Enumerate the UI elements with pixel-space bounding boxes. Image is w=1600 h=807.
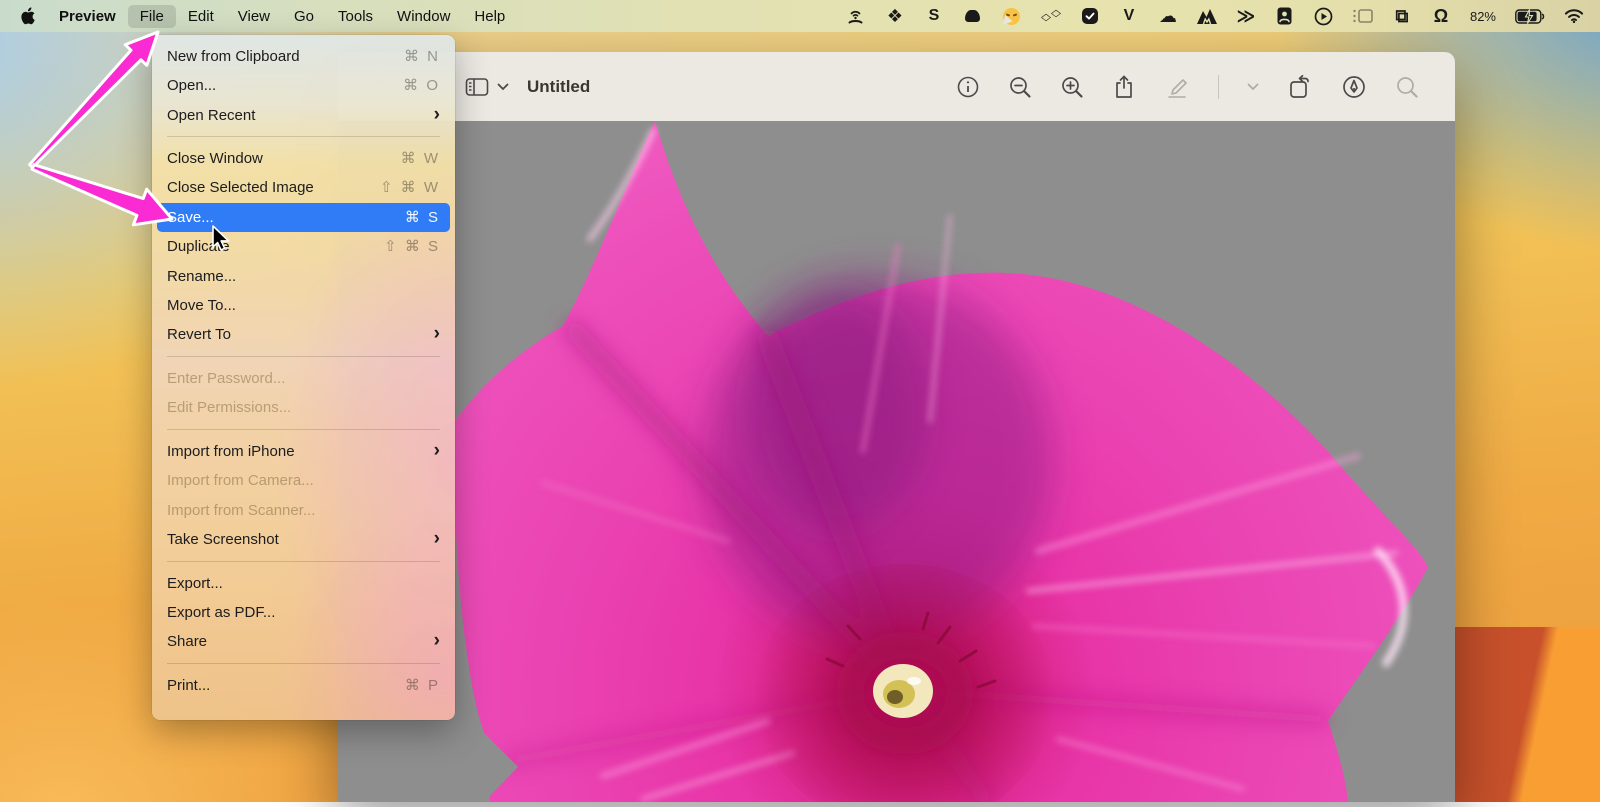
- desktop-wallpaper-corner: [1450, 627, 1600, 802]
- menubar-item-file[interactable]: File: [127, 4, 176, 28]
- menu-item-open-recent[interactable]: Open Recent ›: [157, 101, 450, 130]
- submenu-chevron-icon: ›: [433, 323, 440, 344]
- battery-charging-icon[interactable]: [1515, 5, 1545, 27]
- submenu-chevron-icon: ›: [433, 630, 440, 651]
- markup-chevron-down-icon[interactable]: [1247, 83, 1259, 91]
- menu-separator: [167, 136, 440, 137]
- sidebar-icon[interactable]: [465, 77, 489, 97]
- menu-bar: Preview File Edit View Go Tools Window H…: [0, 0, 1600, 32]
- preview-window: Untitled: [338, 52, 1455, 802]
- window-toolbar: Untitled: [338, 52, 1455, 122]
- menu-item-close-window[interactable]: Close Window ⌘ W: [157, 144, 450, 173]
- menu-item-print[interactable]: Print... ⌘ P: [157, 671, 450, 700]
- menubar-item-window[interactable]: Window: [385, 5, 462, 28]
- menu-item-edit-permissions: Edit Permissions...: [167, 399, 292, 416]
- menu-item-rename[interactable]: Rename...: [157, 262, 450, 291]
- double-chevron-icon[interactable]: ≫: [1236, 5, 1256, 27]
- menu-item-revert-to[interactable]: Revert To ›: [157, 320, 450, 349]
- flower-image: [454, 121, 1428, 802]
- menu-item-take-screenshot[interactable]: Take Screenshot ›: [157, 525, 450, 554]
- search-icon[interactable]: [1395, 75, 1419, 99]
- toolbar-divider: [1218, 74, 1219, 99]
- check-square-icon[interactable]: [1080, 5, 1100, 27]
- menubar-item-view[interactable]: View: [226, 5, 282, 28]
- menu-item-duplicate[interactable]: Duplicate ⇧ ⌘ S: [157, 232, 450, 261]
- play-circle-icon[interactable]: [1314, 5, 1334, 27]
- menu-separator: [167, 356, 440, 357]
- menu-item-import-from-scanner: Import from Scanner...: [167, 502, 316, 519]
- menu-item-import-from-camera: Import from Camera...: [167, 472, 314, 489]
- submenu-chevron-icon: ›: [433, 528, 440, 549]
- markup-pencil-icon[interactable]: [1164, 74, 1190, 100]
- menu-item-enter-password: Enter Password...: [167, 370, 286, 387]
- copy-windows-icon[interactable]: ⧉: [1392, 5, 1412, 27]
- apple-menu[interactable]: [14, 7, 47, 25]
- window-title: Untitled: [527, 76, 591, 96]
- sidebar-chevron-down-icon[interactable]: [497, 83, 509, 91]
- contact-card-icon[interactable]: [1275, 5, 1295, 27]
- menu-item-move-to[interactable]: Move To...: [157, 291, 450, 320]
- submenu-chevron-icon: ›: [433, 104, 440, 125]
- menu-separator: [167, 429, 440, 430]
- annotate-pen-icon[interactable]: [1341, 74, 1367, 100]
- image-canvas[interactable]: [338, 121, 1455, 802]
- zoom-out-icon[interactable]: [1008, 75, 1032, 99]
- menu-item-export[interactable]: Export...: [157, 569, 450, 598]
- menu-item-open[interactable]: Open... ⌘ O: [157, 71, 450, 100]
- menubar-item-tools[interactable]: Tools: [326, 5, 385, 28]
- dropbox-icon[interactable]: ❖: [885, 5, 905, 27]
- shottr-icon[interactable]: S: [924, 5, 944, 27]
- menu-item-import-from-iphone[interactable]: Import from iPhone ›: [157, 437, 450, 466]
- menu-separator: [167, 561, 440, 562]
- cloud-icon[interactable]: ☁: [1158, 5, 1178, 27]
- bell-dome-icon[interactable]: [963, 5, 983, 27]
- share-icon[interactable]: [1112, 74, 1136, 100]
- menu-item-export-as-pdf[interactable]: Export as PDF...: [157, 598, 450, 627]
- menubar-item-edit[interactable]: Edit: [176, 5, 226, 28]
- menu-item-share[interactable]: Share ›: [157, 627, 450, 656]
- menubar-item-help[interactable]: Help: [462, 5, 517, 28]
- wifi-icon[interactable]: [1564, 5, 1584, 27]
- menu-item-save[interactable]: Save... ⌘ S: [157, 203, 450, 232]
- hand-wifi-icon[interactable]: [846, 5, 866, 27]
- menu-separator: [167, 663, 440, 664]
- menu-item-close-selected-image[interactable]: Close Selected Image ⇧ ⌘ W: [157, 173, 450, 202]
- v-app-icon[interactable]: V: [1119, 5, 1139, 27]
- screen-mirror-icon[interactable]: [1353, 5, 1373, 27]
- stacked-layers-icon[interactable]: ◇ ◇: [1041, 5, 1061, 27]
- zoom-in-icon[interactable]: [1060, 75, 1084, 99]
- headphones-icon[interactable]: Ω: [1431, 5, 1451, 27]
- info-icon[interactable]: [956, 75, 980, 99]
- submenu-chevron-icon: ›: [433, 440, 440, 461]
- sneeze-emoji-icon[interactable]: [999, 5, 1022, 28]
- menubar-item-preview[interactable]: Preview: [47, 5, 128, 28]
- menu-item-new-from-clipboard[interactable]: New from Clipboard ⌘ N: [157, 42, 450, 71]
- apple-logo-icon: [21, 7, 35, 25]
- mountain-icon[interactable]: [1196, 5, 1217, 27]
- battery-percent: 82%: [1469, 8, 1496, 24]
- rotate-left-icon[interactable]: [1287, 74, 1313, 100]
- file-menu: New from Clipboard ⌘ N Open... ⌘ O Open Re…: [152, 35, 455, 720]
- menubar-item-go[interactable]: Go: [282, 5, 326, 28]
